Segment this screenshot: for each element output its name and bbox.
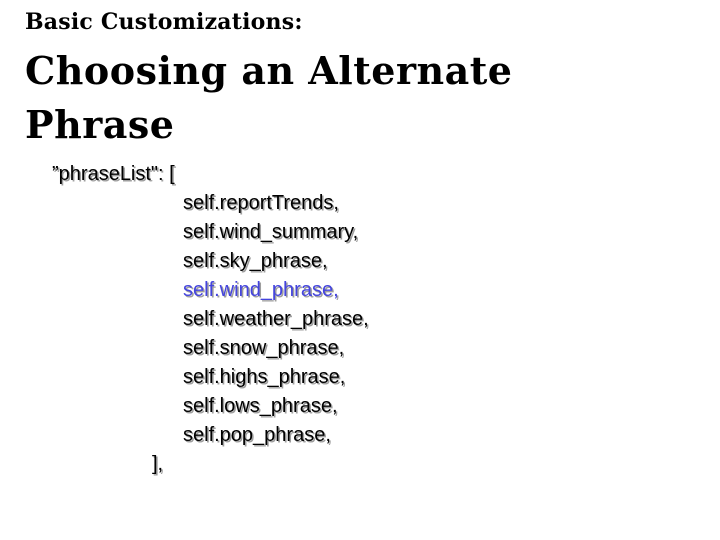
phrase-list-item: self.snow_phrase, <box>183 337 345 359</box>
phrase-list-item: self.lows_phrase, <box>183 395 338 417</box>
slide-title: Choosing an Alternate Phrase <box>25 44 685 152</box>
phrase-list-item: self.reportTrends, <box>183 192 339 214</box>
phrase-list-item-highlighted: self.wind_phrase, <box>183 279 339 301</box>
slide-title-line-2: Phrase <box>25 102 175 147</box>
slide-subtitle: Basic Customizations: <box>25 9 303 35</box>
phrase-list-item: self.wind_summary, <box>183 221 359 243</box>
phrase-list-open-line: ”phraseList": [ <box>52 163 175 185</box>
phrase-list-close-line: ], <box>152 453 164 475</box>
slide-title-line-1: Choosing an Alternate <box>25 48 513 93</box>
phrase-list-item: self.sky_phrase, <box>183 250 328 272</box>
phrase-list-item: self.weather_phrase, <box>183 308 369 330</box>
phrase-list-item: self.pop_phrase, <box>183 424 331 446</box>
phrase-list: self.reportTrends, self.wind_summary, se… <box>183 189 369 450</box>
slide: Basic Customizations: Choosing an Altern… <box>0 0 720 540</box>
phrase-list-item: self.highs_phrase, <box>183 366 346 388</box>
